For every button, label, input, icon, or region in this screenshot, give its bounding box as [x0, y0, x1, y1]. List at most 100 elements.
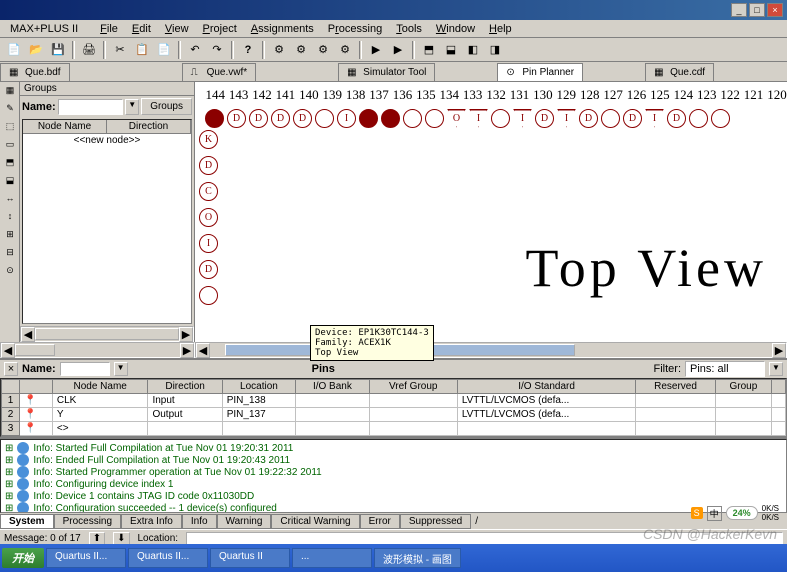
- menu-edit[interactable]: Edit: [126, 23, 157, 35]
- expand-icon[interactable]: ⊞: [5, 467, 13, 478]
- save-button[interactable]: 💾: [48, 40, 68, 60]
- help-button[interactable]: ?: [238, 40, 258, 60]
- pin-left-3[interactable]: O: [199, 208, 218, 227]
- pin-left-1[interactable]: D: [199, 156, 218, 175]
- pin-top-6[interactable]: I: [337, 109, 356, 128]
- maximize-button[interactable]: □: [749, 3, 765, 17]
- col-nodename[interactable]: Node Name: [23, 120, 107, 133]
- menu-view[interactable]: View: [159, 23, 195, 35]
- pincol[interactable]: I/O Bank: [296, 380, 369, 394]
- pin-left-2[interactable]: C: [199, 182, 218, 201]
- menu-assignments[interactable]: Assignments: [245, 23, 320, 35]
- pin-top-13[interactable]: [491, 109, 510, 128]
- canvas-hscroll[interactable]: ◀▶: [195, 342, 787, 358]
- pin-top-17[interactable]: D: [579, 109, 598, 128]
- pin-top-14[interactable]: I: [513, 109, 532, 128]
- menu-window[interactable]: Window: [430, 23, 481, 35]
- expand-icon[interactable]: ⊞: [5, 443, 13, 454]
- pin-left-5[interactable]: D: [199, 260, 218, 279]
- pin-top-12[interactable]: I: [469, 109, 488, 128]
- pin-top-9[interactable]: [403, 109, 422, 128]
- pin-left-4[interactable]: I: [199, 234, 218, 253]
- pin-top-11[interactable]: O: [447, 109, 466, 128]
- tool-2[interactable]: ⚙: [291, 40, 311, 60]
- msg-line[interactable]: ⊞Info: Configuring device index 1: [3, 478, 784, 490]
- msgtab-error[interactable]: Error: [360, 514, 400, 529]
- tool-10[interactable]: ◨: [485, 40, 505, 60]
- pincol[interactable]: Group: [715, 380, 771, 394]
- messages-body[interactable]: ⊞Info: Started Full Compilation at Tue N…: [0, 439, 787, 513]
- pincol[interactable]: I/O Standard: [457, 380, 636, 394]
- tool-4[interactable]: ⚙: [335, 40, 355, 60]
- msg-line[interactable]: ⊞Info: Configuration succeeded -- 1 devi…: [3, 502, 784, 513]
- pin-top-7[interactable]: [359, 109, 378, 128]
- expand-icon[interactable]: ⊞: [5, 491, 13, 502]
- start-button[interactable]: 开始: [2, 548, 44, 568]
- tab-vwf[interactable]: ⎍Que.vwf*: [182, 63, 257, 81]
- pin-top-0[interactable]: [205, 109, 224, 128]
- pin-left-6[interactable]: [199, 286, 218, 305]
- pin-canvas[interactable]: 1441431421411401391381371361351341331321…: [195, 82, 787, 342]
- lt-3[interactable]: ⬚: [2, 120, 18, 136]
- msgtab-info[interactable]: Info: [182, 514, 217, 529]
- pincol[interactable]: Vref Group: [369, 380, 457, 394]
- lt-8[interactable]: ↕: [2, 210, 18, 226]
- pin-top-19[interactable]: D: [623, 109, 642, 128]
- pin-top-16[interactable]: I: [557, 109, 576, 128]
- redo-button[interactable]: ↷: [207, 40, 227, 60]
- pin-top-3[interactable]: D: [271, 109, 290, 128]
- tool-3[interactable]: ⚙: [313, 40, 333, 60]
- tool-5[interactable]: ▶: [366, 40, 386, 60]
- minimize-button[interactable]: _: [731, 3, 747, 17]
- menu-help[interactable]: Help: [483, 23, 518, 35]
- pins-grid[interactable]: Node NameDirectionLocationI/O BankVref G…: [0, 378, 787, 437]
- pins-name-input[interactable]: [60, 362, 110, 376]
- pin-top-22[interactable]: [689, 109, 708, 128]
- pin-top-4[interactable]: D: [293, 109, 312, 128]
- paste-button[interactable]: 📄: [154, 40, 174, 60]
- col-direction[interactable]: Direction: [107, 120, 191, 133]
- msgtab-suppressed[interactable]: Suppressed: [400, 514, 471, 529]
- lt-11[interactable]: ⊙: [2, 264, 18, 280]
- msg-line[interactable]: ⊞Info: Started Full Compilation at Tue N…: [3, 442, 784, 454]
- lt-1[interactable]: ▦: [2, 84, 18, 100]
- newnode-row[interactable]: <<new node>>: [23, 134, 191, 147]
- pin-left-0[interactable]: K: [199, 130, 218, 149]
- lt-2[interactable]: ✎: [2, 102, 18, 118]
- pincol[interactable]: [772, 380, 786, 394]
- pin-top-21[interactable]: D: [667, 109, 686, 128]
- open-button[interactable]: 📂: [26, 40, 46, 60]
- pins-name-dd[interactable]: ▼: [114, 362, 128, 376]
- zoom-pct[interactable]: 24%: [726, 506, 758, 520]
- pincol[interactable]: [2, 380, 20, 394]
- task-item[interactable]: Quartus II...: [128, 548, 208, 568]
- table-row[interactable]: 3📍<>: [2, 422, 786, 436]
- pin-top-10[interactable]: [425, 109, 444, 128]
- menu-project[interactable]: Project: [197, 23, 243, 35]
- msg-line[interactable]: ⊞Info: Started Programmer operation at T…: [3, 466, 784, 478]
- pin-top-23[interactable]: [711, 109, 730, 128]
- expand-icon[interactable]: ⊞: [5, 479, 13, 490]
- pincol[interactable]: Node Name: [52, 380, 148, 394]
- lt-9[interactable]: ⊞: [2, 228, 18, 244]
- pin-top-1[interactable]: D: [227, 109, 246, 128]
- print-button[interactable]: 🖨: [79, 40, 99, 60]
- tool-7[interactable]: ⬒: [419, 40, 439, 60]
- pin-top-5[interactable]: [315, 109, 334, 128]
- filter-value[interactable]: Pins: all: [685, 361, 765, 377]
- node-tree[interactable]: Node Name Direction <<new node>>: [22, 119, 192, 324]
- pin-top-2[interactable]: D: [249, 109, 268, 128]
- msg-line[interactable]: ⊞Info: Device 1 contains JTAG ID code 0x…: [3, 490, 784, 502]
- tool-8[interactable]: ⬓: [441, 40, 461, 60]
- task-item[interactable]: Quartus II: [210, 548, 290, 568]
- new-button[interactable]: 📄: [4, 40, 24, 60]
- task-item[interactable]: ...: [292, 548, 372, 568]
- msgtab-critical-warning[interactable]: Critical Warning: [271, 514, 359, 529]
- lt-4[interactable]: ▭: [2, 138, 18, 154]
- lt-5[interactable]: ⬒: [2, 156, 18, 172]
- tool-1[interactable]: ⚙: [269, 40, 289, 60]
- lt-10[interactable]: ⊟: [2, 246, 18, 262]
- filter-dd[interactable]: ▼: [769, 362, 783, 376]
- cut-button[interactable]: ✂: [110, 40, 130, 60]
- msgtab-extra-info[interactable]: Extra Info: [121, 514, 182, 529]
